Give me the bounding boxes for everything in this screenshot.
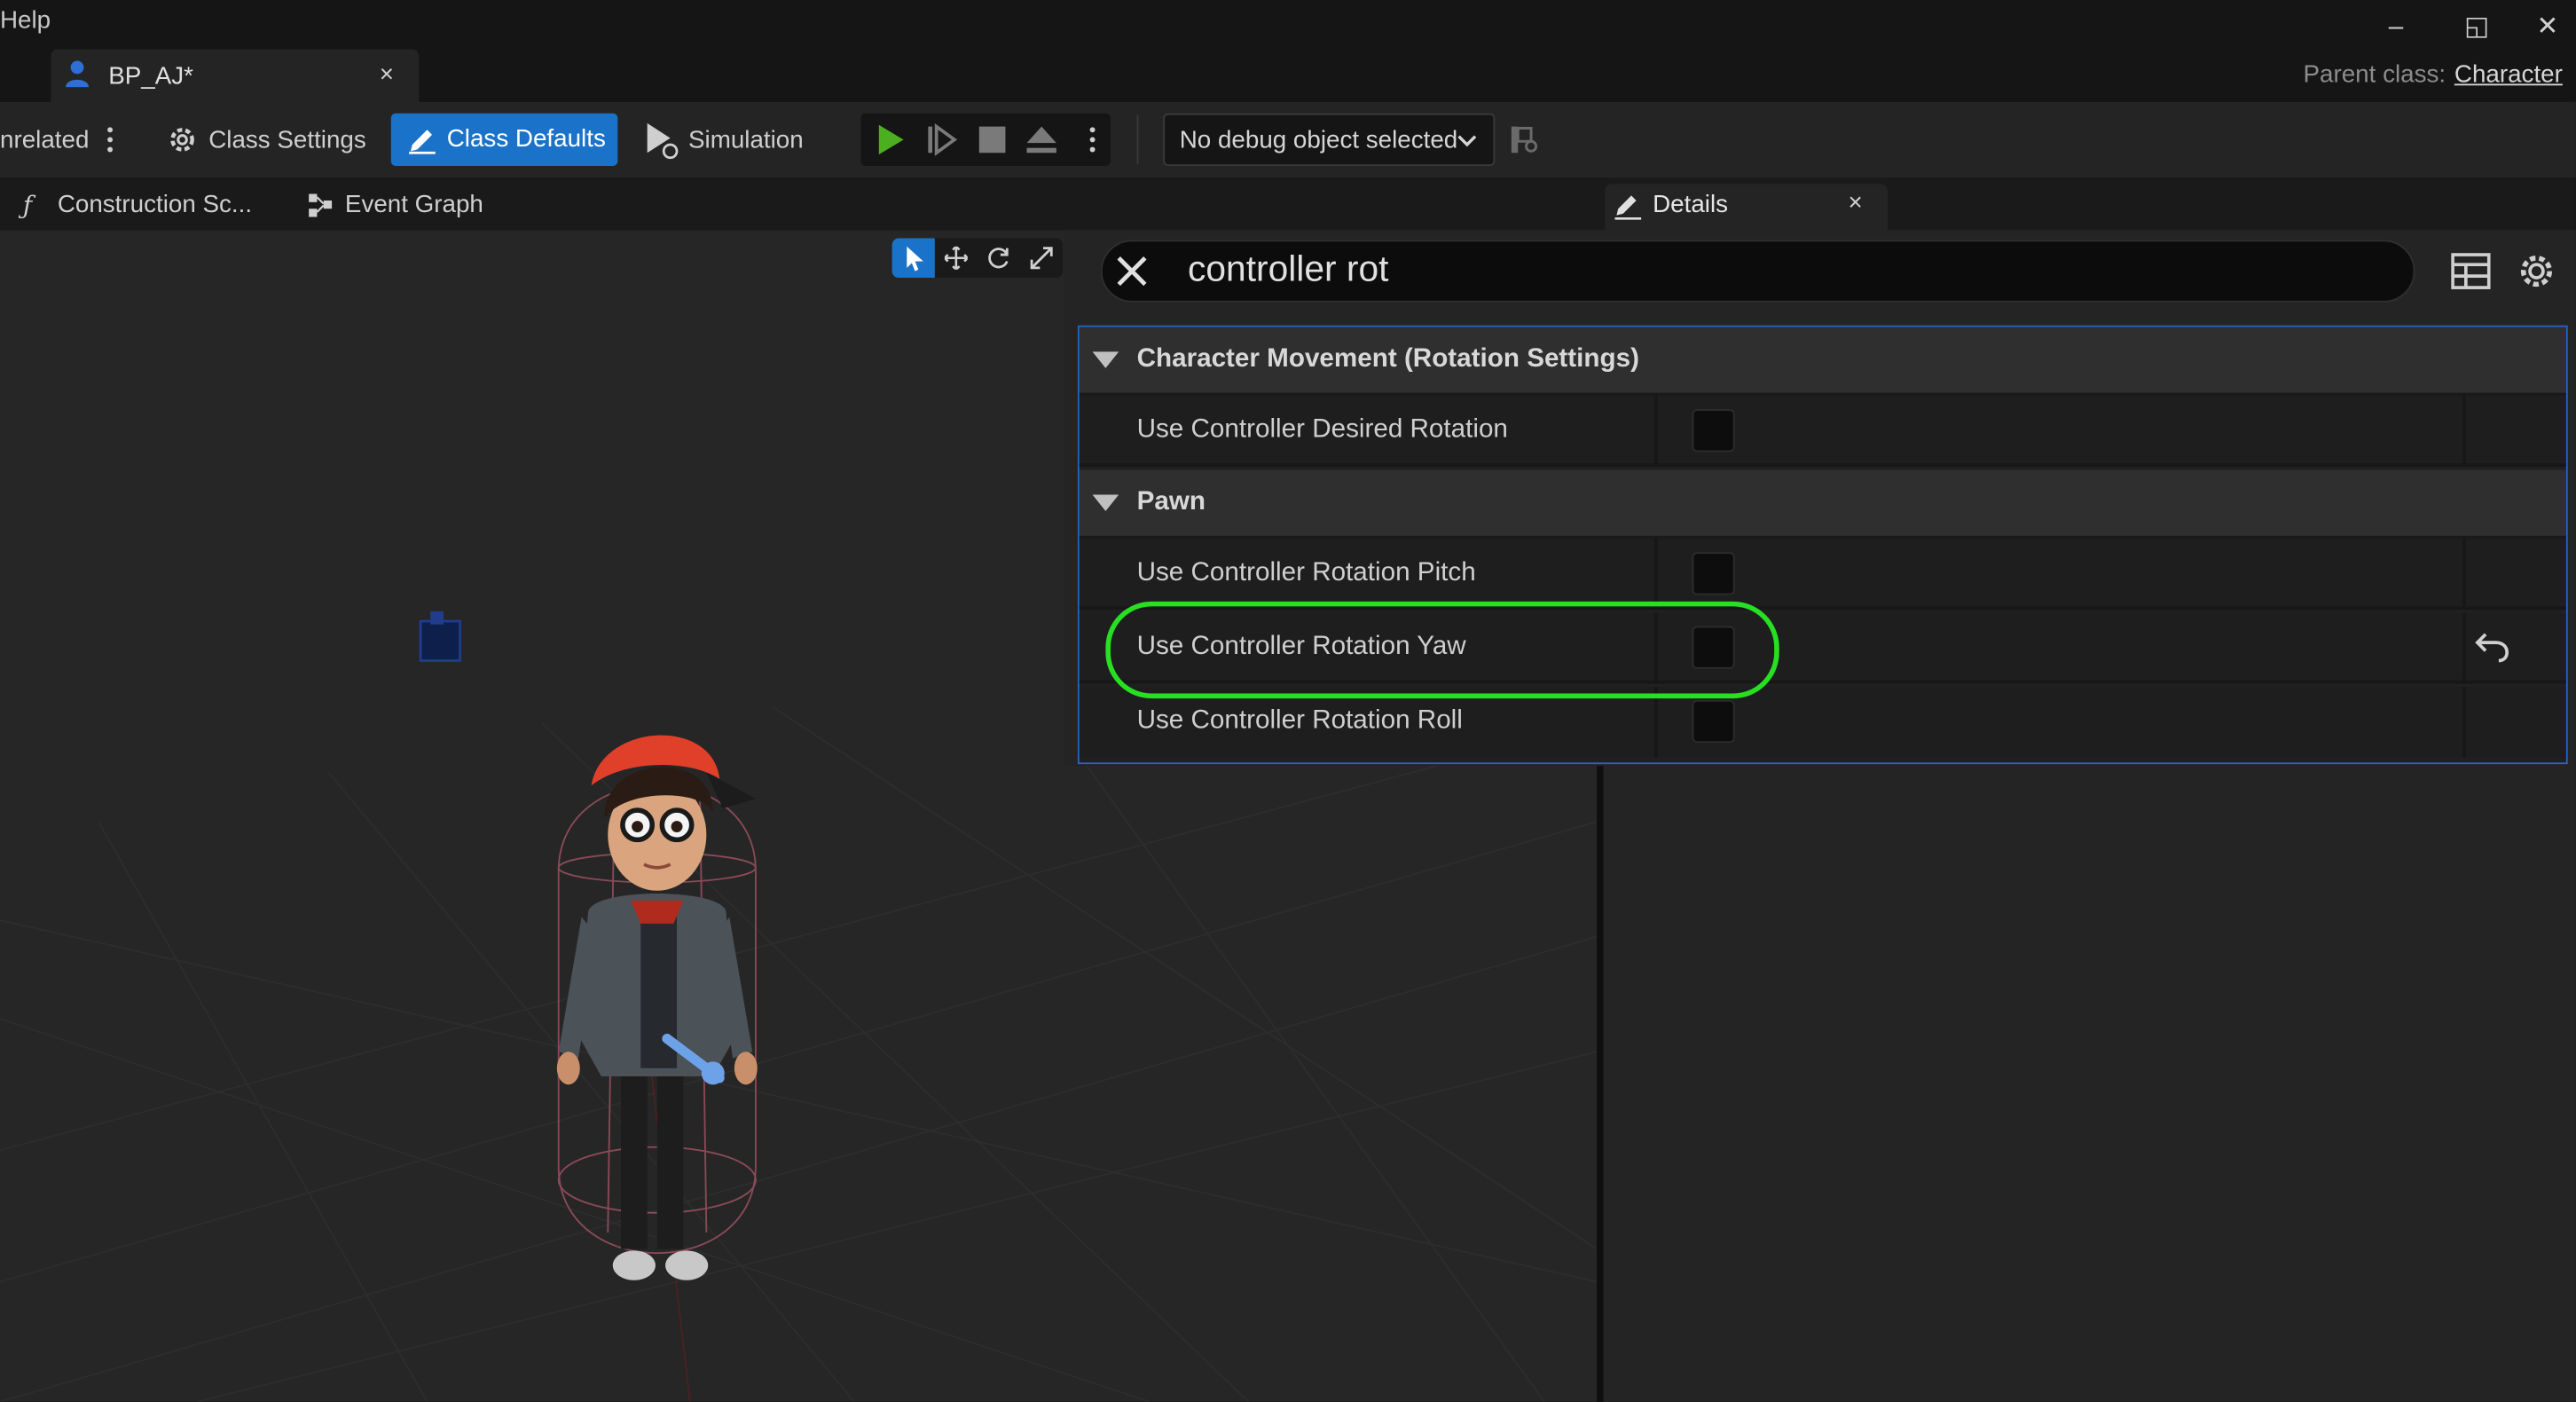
eject-icon[interactable] bbox=[1025, 123, 1058, 164]
property-label: Use Controller Rotation Roll bbox=[1136, 706, 1463, 735]
panel-splitter[interactable] bbox=[1597, 766, 1604, 1402]
stop-icon[interactable] bbox=[976, 123, 1009, 164]
details-empty-area bbox=[1603, 766, 2576, 1402]
clear-search-icon[interactable] bbox=[1116, 255, 1149, 295]
category-character-movement-rotation[interactable]: Character Movement (Rotation Settings) bbox=[1079, 327, 2566, 397]
details-edit-icon bbox=[1614, 191, 1643, 229]
column-divider bbox=[2462, 612, 2466, 684]
function-icon: ƒ bbox=[22, 190, 33, 221]
move-arrows-icon bbox=[944, 246, 968, 270]
close-window-button[interactable]: ✕ bbox=[2536, 13, 2558, 43]
column-divider bbox=[1653, 396, 1658, 467]
viewport-transform-tools bbox=[891, 238, 1064, 278]
category-label: Character Movement (Rotation Settings) bbox=[1136, 344, 1639, 374]
debug-filter-icon[interactable] bbox=[1508, 123, 1541, 164]
unreal-blueprint-editor: Help – ◱ ✕ BP_AJ* × Parent class: Charac… bbox=[0, 0, 2576, 1402]
hide-unrelated-button[interactable]: nrelated bbox=[0, 127, 89, 154]
property-label: Use Controller Desired Rotation bbox=[1136, 415, 1508, 445]
settings-gear-icon[interactable] bbox=[2515, 250, 2557, 301]
use-controller-desired-rotation-checkbox[interactable] bbox=[1692, 409, 1735, 453]
use-controller-rotation-roll-checkbox[interactable] bbox=[1692, 699, 1735, 744]
scale-tool-button[interactable] bbox=[1020, 239, 1063, 278]
edit-pencil-icon bbox=[409, 130, 436, 154]
scale-icon bbox=[1030, 247, 1053, 270]
gear-icon bbox=[166, 123, 199, 164]
select-tool-button[interactable] bbox=[891, 238, 935, 278]
simulation-button[interactable]: Simulation bbox=[688, 127, 804, 154]
menu-bar bbox=[0, 0, 2576, 46]
document-tab-close-icon[interactable]: × bbox=[380, 61, 394, 89]
reset-to-default-icon[interactable] bbox=[2472, 627, 2511, 672]
play-options-icon[interactable] bbox=[1086, 125, 1099, 163]
parent-class-link[interactable]: Character bbox=[2454, 61, 2563, 89]
column-divider bbox=[1653, 539, 1658, 610]
class-defaults-button[interactable]: Class Defaults bbox=[390, 113, 618, 167]
column-divider bbox=[2462, 396, 2466, 467]
collapse-triangle-icon bbox=[1092, 351, 1119, 368]
menu-help[interactable]: Help bbox=[0, 6, 51, 34]
property-label: Use Controller Rotation Pitch bbox=[1136, 558, 1476, 587]
toolbar-divider bbox=[1136, 114, 1139, 165]
details-tab-close-icon[interactable]: × bbox=[1849, 189, 1863, 217]
event-graph-icon bbox=[307, 193, 334, 227]
highlight-annotation bbox=[1105, 601, 1779, 699]
parent-class-label: Parent class: bbox=[2303, 60, 2446, 90]
property-row-use-controller-rotation-pitch: Use Controller Rotation Pitch bbox=[1079, 539, 2566, 610]
cursor-arrow-icon bbox=[907, 246, 923, 272]
tab-event-graph[interactable]: Event Graph bbox=[345, 191, 483, 218]
character-preview[interactable] bbox=[542, 723, 772, 1323]
column-divider bbox=[2462, 687, 2466, 758]
rotate-icon bbox=[988, 248, 1009, 269]
class-settings-button[interactable]: Class Settings bbox=[208, 127, 366, 154]
restore-button[interactable]: ◱ bbox=[2464, 13, 2489, 43]
category-pawn[interactable]: Pawn bbox=[1079, 469, 2566, 540]
minimize-button[interactable]: – bbox=[2389, 13, 2403, 43]
class-defaults-label: Class Defaults bbox=[446, 124, 606, 154]
collapse-triangle-icon bbox=[1092, 494, 1119, 511]
category-label: Pawn bbox=[1136, 488, 1206, 516]
debug-object-label: No debug object selected bbox=[1179, 126, 1458, 155]
translate-tool-button[interactable] bbox=[935, 239, 978, 278]
document-tab-bp-aj[interactable] bbox=[51, 49, 420, 102]
rotate-tool-button[interactable] bbox=[978, 239, 1020, 278]
step-icon[interactable] bbox=[925, 122, 958, 164]
camera-icon[interactable] bbox=[417, 610, 463, 673]
tab-details[interactable] bbox=[1605, 184, 1888, 231]
simulation-icon bbox=[644, 122, 683, 169]
play-icon[interactable] bbox=[874, 123, 907, 164]
document-tab-title: BP_AJ* bbox=[108, 62, 193, 91]
column-divider bbox=[2462, 539, 2466, 610]
chevron-down-icon bbox=[1457, 135, 1477, 147]
toolbar-more-icon[interactable] bbox=[104, 125, 117, 163]
use-controller-rotation-pitch-checkbox[interactable] bbox=[1692, 552, 1735, 595]
property-matrix-icon[interactable] bbox=[2451, 251, 2491, 299]
details-search-text: controller rot bbox=[1187, 248, 1389, 289]
details-tab-label: Details bbox=[1653, 190, 1729, 219]
debug-object-dropdown[interactable]: No debug object selected bbox=[1163, 113, 1496, 167]
tab-construction-script[interactable]: Construction Sc... bbox=[58, 191, 252, 218]
property-row-use-controller-desired-rotation: Use Controller Desired Rotation bbox=[1079, 396, 2566, 467]
blueprint-character-icon bbox=[64, 59, 90, 98]
